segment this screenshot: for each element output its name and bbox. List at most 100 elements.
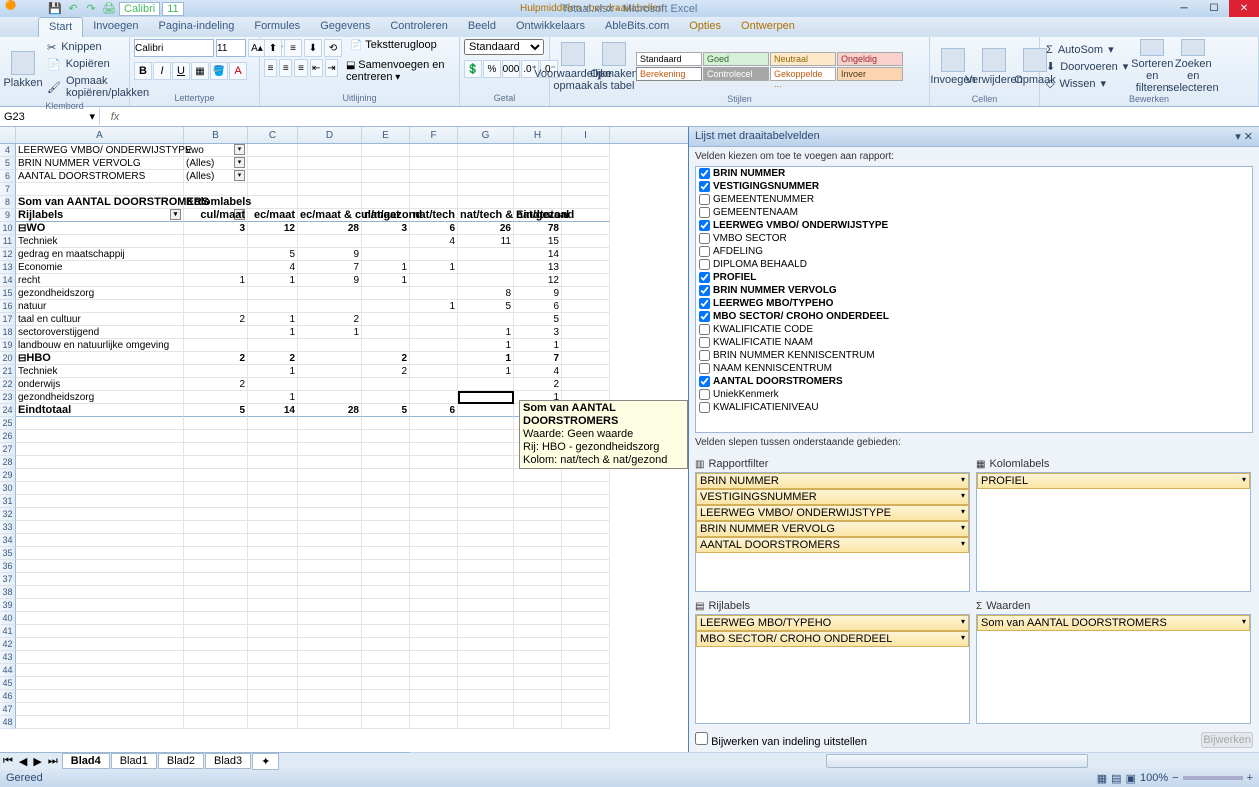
- cell[interactable]: Eindtotaal: [16, 404, 184, 417]
- row-header[interactable]: 35: [0, 547, 16, 560]
- cell[interactable]: [458, 612, 514, 625]
- cell[interactable]: [184, 469, 248, 482]
- cell[interactable]: 1: [410, 261, 458, 274]
- cell[interactable]: onderwijs: [16, 378, 184, 391]
- cell[interactable]: 6: [514, 300, 562, 313]
- cell[interactable]: [562, 677, 610, 690]
- undo-icon[interactable]: ↶: [65, 2, 81, 16]
- row-header[interactable]: 46: [0, 690, 16, 703]
- field-item[interactable]: NAAM KENNISCENTRUM: [696, 362, 1252, 375]
- cell[interactable]: [362, 638, 410, 651]
- fill-button[interactable]: ⬇ Doorvoeren ▾: [1044, 59, 1130, 75]
- cell[interactable]: Som van AANTAL DOORSTROMERS: [16, 196, 184, 209]
- cell[interactable]: 3: [184, 222, 248, 235]
- cell[interactable]: [410, 443, 458, 456]
- cell[interactable]: [514, 144, 562, 157]
- select-all-corner[interactable]: [0, 127, 16, 143]
- cell[interactable]: 9: [514, 287, 562, 300]
- tab-start[interactable]: Start: [38, 17, 83, 37]
- cell[interactable]: [184, 586, 248, 599]
- cell[interactable]: 7: [514, 352, 562, 365]
- cell[interactable]: [562, 339, 610, 352]
- cell[interactable]: [410, 157, 458, 170]
- view-layout-icon[interactable]: ▤: [1111, 772, 1121, 785]
- cell[interactable]: [562, 157, 610, 170]
- find-select-button[interactable]: Zoeken en selecteren: [1174, 39, 1212, 94]
- row-header[interactable]: 20: [0, 352, 16, 365]
- bold-button[interactable]: B: [134, 62, 152, 80]
- cell[interactable]: [298, 391, 362, 404]
- field-item[interactable]: AANTAL DOORSTROMERS: [696, 375, 1252, 388]
- cell[interactable]: [458, 144, 514, 157]
- cell[interactable]: [16, 495, 184, 508]
- row-header[interactable]: 9: [0, 209, 16, 222]
- cell[interactable]: [362, 651, 410, 664]
- format-as-table-button[interactable]: Opmaken als tabel: [595, 39, 633, 94]
- cell[interactable]: [458, 274, 514, 287]
- col-header[interactable]: A: [16, 127, 184, 143]
- cell[interactable]: [562, 196, 610, 209]
- cell[interactable]: [362, 144, 410, 157]
- cell[interactable]: 12: [514, 274, 562, 287]
- field-item[interactable]: KWALIFICATIE NAAM: [696, 336, 1252, 349]
- row-header[interactable]: 47: [0, 703, 16, 716]
- cell[interactable]: [248, 664, 298, 677]
- cell[interactable]: [458, 495, 514, 508]
- cell[interactable]: [410, 196, 458, 209]
- area-field-item[interactable]: Som van AANTAL DOORSTROMERS▾: [977, 615, 1250, 631]
- cell[interactable]: 78: [514, 222, 562, 235]
- cell[interactable]: [184, 261, 248, 274]
- cell[interactable]: 1: [298, 326, 362, 339]
- cell[interactable]: [16, 469, 184, 482]
- cell[interactable]: [16, 443, 184, 456]
- col-header[interactable]: E: [362, 127, 410, 143]
- cell[interactable]: [184, 638, 248, 651]
- cell[interactable]: [16, 651, 184, 664]
- cell[interactable]: 4: [248, 261, 298, 274]
- cell[interactable]: [298, 157, 362, 170]
- cell[interactable]: 1: [514, 339, 562, 352]
- cell[interactable]: [248, 716, 298, 729]
- align-center-icon[interactable]: ≡: [279, 59, 292, 77]
- sheet-nav-last-icon[interactable]: ⏭: [45, 755, 61, 768]
- new-sheet-icon[interactable]: ✦: [252, 753, 279, 770]
- cell[interactable]: [248, 170, 298, 183]
- cell[interactable]: 15: [514, 235, 562, 248]
- cell[interactable]: 4: [514, 365, 562, 378]
- cell[interactable]: [410, 469, 458, 482]
- cell[interactable]: [458, 404, 514, 417]
- cell[interactable]: [184, 391, 248, 404]
- cell[interactable]: [298, 625, 362, 638]
- clear-button[interactable]: ◇ Wissen ▾: [1044, 76, 1130, 92]
- cell[interactable]: [184, 248, 248, 261]
- cell[interactable]: [184, 625, 248, 638]
- row-header[interactable]: 32: [0, 508, 16, 521]
- cell[interactable]: [362, 716, 410, 729]
- cell[interactable]: [514, 482, 562, 495]
- cell[interactable]: [458, 469, 514, 482]
- cell[interactable]: [362, 378, 410, 391]
- cell[interactable]: [16, 664, 184, 677]
- tab-opties[interactable]: Opties: [679, 17, 731, 37]
- cell[interactable]: [458, 521, 514, 534]
- cell[interactable]: [458, 261, 514, 274]
- cell[interactable]: [184, 235, 248, 248]
- cell[interactable]: [410, 352, 458, 365]
- cell[interactable]: nat/gezond: [362, 209, 410, 222]
- border-button[interactable]: ▦: [191, 62, 209, 80]
- cell[interactable]: 5: [458, 300, 514, 313]
- cell[interactable]: [362, 586, 410, 599]
- cell[interactable]: [514, 703, 562, 716]
- cell[interactable]: 6: [410, 404, 458, 417]
- row-header[interactable]: 28: [0, 456, 16, 469]
- cell[interactable]: [184, 547, 248, 560]
- cell[interactable]: ⊟WO: [16, 222, 184, 235]
- cell[interactable]: [514, 534, 562, 547]
- cell[interactable]: [458, 248, 514, 261]
- cell[interactable]: [184, 716, 248, 729]
- col-header[interactable]: D: [298, 127, 362, 143]
- office-button[interactable]: 🟠: [5, 0, 39, 17]
- cell[interactable]: vwo▾: [184, 144, 248, 157]
- cell[interactable]: [362, 300, 410, 313]
- cell[interactable]: [248, 430, 298, 443]
